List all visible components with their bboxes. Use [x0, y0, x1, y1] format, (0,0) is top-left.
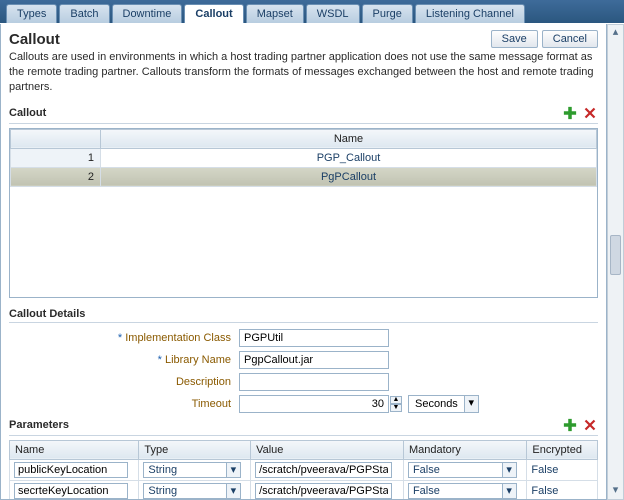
chevron-down-icon: ▾	[502, 484, 516, 498]
row-name: PGP_Callout	[101, 148, 597, 167]
table-row[interactable]: 2PgPCallout	[11, 167, 597, 186]
tab-bar: Types Batch Downtime Callout Mapset WSDL…	[0, 0, 624, 23]
param-col-value: Value	[251, 440, 404, 459]
add-parameter-icon[interactable]	[562, 417, 578, 433]
callout-table: Name 1PGP_Callout2PgPCallout	[9, 128, 598, 298]
param-encrypted-value: False	[527, 459, 598, 480]
chevron-down-icon: ▾	[464, 396, 478, 412]
chevron-down-icon: ▾	[226, 463, 240, 477]
param-name-input[interactable]	[14, 483, 128, 499]
tab-callout[interactable]: Callout	[184, 4, 243, 23]
tab-mapset[interactable]: Mapset	[246, 4, 304, 23]
timeout-input[interactable]	[239, 395, 389, 413]
timeout-unit-select[interactable]: Seconds ▾	[408, 395, 479, 413]
table-row[interactable]: String▾ False▾ False	[10, 480, 598, 500]
tab-batch[interactable]: Batch	[59, 4, 109, 23]
param-type-select[interactable]: String▾	[143, 483, 241, 499]
save-button[interactable]: Save	[491, 30, 538, 48]
callout-section-heading: Callout	[9, 107, 46, 119]
impl-class-input[interactable]	[239, 329, 389, 347]
delete-parameter-icon[interactable]	[582, 417, 598, 433]
tab-listening-channel[interactable]: Listening Channel	[415, 4, 525, 23]
chevron-down-icon: ▾	[226, 484, 240, 498]
callout-col-name: Name	[101, 129, 597, 148]
add-callout-icon[interactable]	[562, 105, 578, 121]
row-name: PgPCallout	[101, 167, 597, 186]
description-input[interactable]	[239, 373, 389, 391]
cancel-button[interactable]: Cancel	[542, 30, 598, 48]
library-name-label: Library Name	[9, 354, 239, 366]
vertical-scrollbar[interactable]: ▴ ▾	[607, 24, 624, 500]
param-col-mandatory: Mandatory	[403, 440, 526, 459]
description-label: Description	[9, 376, 239, 388]
timeout-unit-value: Seconds	[409, 396, 464, 412]
table-row[interactable]: 1PGP_Callout	[11, 148, 597, 167]
content-area: Callout Save Cancel Callouts are used in…	[0, 24, 607, 500]
timeout-up-icon[interactable]: ▲	[390, 396, 402, 404]
delete-callout-icon[interactable]	[582, 105, 598, 121]
callout-details-heading: Callout Details	[9, 308, 85, 320]
parameters-heading: Parameters	[9, 419, 69, 431]
param-name-input[interactable]	[14, 462, 128, 478]
param-col-type: Type	[139, 440, 251, 459]
param-mandatory-select[interactable]: False▾	[408, 462, 517, 478]
param-col-encrypted: Encrypted	[527, 440, 598, 459]
tab-purge[interactable]: Purge	[362, 4, 413, 23]
page-title: Callout	[9, 31, 487, 48]
param-col-name: Name	[10, 440, 139, 459]
param-encrypted-value: False	[527, 480, 598, 500]
scroll-down-icon[interactable]: ▾	[608, 483, 623, 499]
scroll-thumb[interactable]	[610, 235, 621, 275]
page-description: Callouts are used in environments in whi…	[9, 50, 598, 95]
library-name-input[interactable]	[239, 351, 389, 369]
impl-class-label: Implementation Class	[9, 332, 239, 344]
scroll-up-icon[interactable]: ▴	[608, 25, 623, 41]
row-index: 2	[11, 167, 101, 186]
tab-downtime[interactable]: Downtime	[112, 4, 183, 23]
timeout-down-icon[interactable]: ▼	[390, 404, 402, 412]
timeout-label: Timeout	[9, 398, 239, 410]
timeout-stepper[interactable]: ▲ ▼	[239, 395, 402, 413]
tab-types[interactable]: Types	[6, 4, 57, 23]
row-index: 1	[11, 148, 101, 167]
callout-col-index	[11, 129, 101, 148]
table-row[interactable]: String▾ False▾ False	[10, 459, 598, 480]
parameters-table: Name Type Value Mandatory Encrypted Stri…	[9, 440, 598, 500]
chevron-down-icon: ▾	[502, 463, 516, 477]
param-value-input[interactable]	[255, 483, 392, 499]
param-type-select[interactable]: String▾	[143, 462, 241, 478]
param-mandatory-select[interactable]: False▾	[408, 483, 517, 499]
param-value-input[interactable]	[255, 462, 392, 478]
tab-wsdl[interactable]: WSDL	[306, 4, 360, 23]
